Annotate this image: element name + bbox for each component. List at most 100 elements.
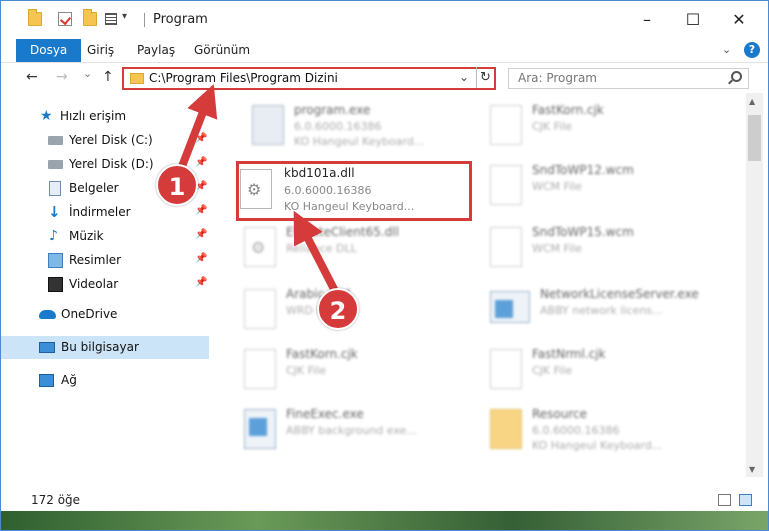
step-badge-1: 1 <box>156 164 198 206</box>
vertical-scrollbar[interactable]: ▲ ▼ <box>746 93 763 477</box>
pin-icon[interactable]: 📌 <box>195 229 207 240</box>
disk-icon <box>48 160 63 169</box>
address-path[interactable]: C:\Program Files\Program Dizini <box>149 71 338 85</box>
documents-icon <box>49 181 61 196</box>
sidebar-item-videos[interactable]: Videolar 📌 <box>1 273 211 296</box>
sidebar-item-this-pc[interactable]: Bu bilgisayar <box>1 336 209 359</box>
file-item[interactable]: ElevateClient65.dll Reliance DLL <box>238 221 478 275</box>
pin-icon[interactable]: 📌 <box>195 157 207 168</box>
file-item[interactable]: FineExec.exe ABBY background exe... <box>238 403 478 457</box>
forward-button[interactable]: → <box>56 69 68 85</box>
file-name: SndToWP12.wcm <box>532 163 634 177</box>
file-version: 6.0.6000.16386 <box>532 424 620 437</box>
sidebar-item-label: Yerel Disk (C:) <box>69 133 153 147</box>
new-folder-icon[interactable] <box>83 9 97 26</box>
pin-icon[interactable]: 📌 <box>195 205 207 216</box>
tab-view[interactable]: Görünüm <box>194 39 250 62</box>
file-version: 6.0.6000.16386 <box>294 120 382 133</box>
dll-file-icon <box>244 227 276 267</box>
tab-home[interactable]: Giriş <box>87 39 114 62</box>
address-dropdown-icon[interactable]: ⌄ <box>459 70 469 84</box>
file-type: CJK File <box>286 364 327 377</box>
ribbon-expand-icon[interactable]: ⌄ <box>722 43 731 56</box>
file-item[interactable]: Resource 6.0.6000.16386 KO Hangeul Keybo… <box>484 403 724 457</box>
file-item[interactable]: SndToWP12.wcm WCM File <box>484 159 724 213</box>
file-name: SndToWP15.wcm <box>532 225 634 239</box>
sidebar-item-onedrive[interactable]: OneDrive <box>1 303 211 326</box>
help-icon[interactable]: ? <box>744 42 760 58</box>
search-icon <box>731 71 742 82</box>
folder-icon[interactable] <box>28 9 42 26</box>
pin-icon[interactable]: 📌 <box>195 277 207 288</box>
sidebar-item-label: Ağ <box>61 373 77 387</box>
file-item[interactable]: FastNrml.cjk CJK File <box>484 343 724 397</box>
file-type: CJK File <box>532 364 573 377</box>
file-icon <box>490 227 522 267</box>
title-separator <box>144 13 145 27</box>
tab-share[interactable]: Paylaş <box>137 39 175 62</box>
sidebar-item-music[interactable]: ♪ Müzik 📌 <box>1 225 211 248</box>
sidebar-item-local-disk-c[interactable]: Yerel Disk (C:) 📌 <box>1 129 211 152</box>
exe-file-icon <box>252 105 284 145</box>
file-description: Reliance DLL <box>286 242 357 255</box>
scroll-down-icon[interactable]: ▼ <box>749 465 755 474</box>
sidebar-item-network[interactable]: Ağ <box>1 369 211 392</box>
minimize-button[interactable]: – <box>624 1 670 39</box>
up-button[interactable]: ↑ <box>102 69 114 85</box>
address-bar[interactable]: C:\Program Files\Program Dizini ⌄ ↻ <box>122 67 496 90</box>
file-icon <box>490 165 522 205</box>
search-input[interactable]: Ara: Program <box>508 68 749 89</box>
navigation-pane: ★ Hızlı erişim Yerel Disk (C:) 📌 Yerel D… <box>1 93 211 477</box>
highlight-box <box>236 161 472 221</box>
file-name: FineExec.exe <box>286 407 364 421</box>
file-type: CJK File <box>532 120 573 133</box>
refresh-button[interactable]: ↻ <box>476 67 494 88</box>
properties-icon[interactable] <box>58 12 72 26</box>
file-icon <box>244 349 276 389</box>
scroll-up-icon[interactable]: ▲ <box>749 97 755 106</box>
customize-toolbar-icon[interactable] <box>105 13 117 25</box>
sidebar-item-quick-access[interactable]: ★ Hızlı erişim <box>1 105 211 128</box>
file-name: NetworkLicenseServer.exe <box>540 287 699 301</box>
status-bar: 172 öğe <box>1 489 768 511</box>
pin-icon[interactable]: 📌 <box>195 133 207 144</box>
sidebar-item-label: Belgeler <box>69 181 119 195</box>
videos-icon <box>48 277 63 292</box>
tab-file[interactable]: Dosya <box>16 39 82 62</box>
music-icon: ♪ <box>49 228 58 244</box>
file-name: FastKorn.cjk <box>286 347 358 361</box>
scroll-thumb[interactable] <box>748 115 761 161</box>
folder-icon <box>130 73 144 84</box>
sidebar-item-label: İndirmeler <box>69 205 131 219</box>
back-button[interactable]: ← <box>26 69 38 85</box>
item-count: 172 öğe <box>31 493 81 507</box>
sidebar-item-pictures[interactable]: Resimler 📌 <box>1 249 211 272</box>
file-icon <box>490 349 522 389</box>
title-bar: ▾ Program – ☐ ✕ <box>1 1 768 39</box>
file-description: ABBY network licens... <box>540 304 663 317</box>
file-name: FastKorn.cjk <box>532 103 604 117</box>
file-item[interactable]: FastKorn.cjk CJK File <box>238 343 478 397</box>
file-name: program.exe <box>294 103 371 117</box>
file-item[interactable]: FastKorn.cjk CJK File <box>484 99 724 153</box>
close-button[interactable]: ✕ <box>716 1 762 39</box>
sidebar-item-label: OneDrive <box>61 307 118 321</box>
file-type: WCM File <box>532 180 582 193</box>
large-icons-view-icon[interactable] <box>739 494 752 506</box>
file-name: FastNrml.cjk <box>532 347 606 361</box>
sidebar-item-label: Yerel Disk (D:) <box>69 157 154 171</box>
details-view-icon[interactable] <box>718 494 731 506</box>
file-name: Resource <box>532 407 588 421</box>
file-item[interactable]: SndToWP15.wcm WCM File <box>484 221 724 275</box>
step-badge-2: 2 <box>317 288 359 330</box>
navigation-bar: ← → ⌄ ↑ C:\Program Files\Program Dizini … <box>1 63 768 93</box>
maximize-button[interactable]: ☐ <box>670 1 716 39</box>
file-item[interactable]: NetworkLicenseServer.exe ABBY network li… <box>484 283 740 337</box>
pin-icon[interactable]: 📌 <box>195 253 207 264</box>
file-description: KO Hangeul Keyboard... <box>532 439 663 452</box>
file-item[interactable]: program.exe 6.0.6000.16386 KO Hangeul Ke… <box>246 99 486 153</box>
sidebar-item-label: Resimler <box>69 253 122 267</box>
chevron-down-icon[interactable]: ▾ <box>122 11 136 25</box>
exe-file-icon <box>244 409 276 449</box>
recent-locations-button[interactable]: ⌄ <box>83 67 92 80</box>
